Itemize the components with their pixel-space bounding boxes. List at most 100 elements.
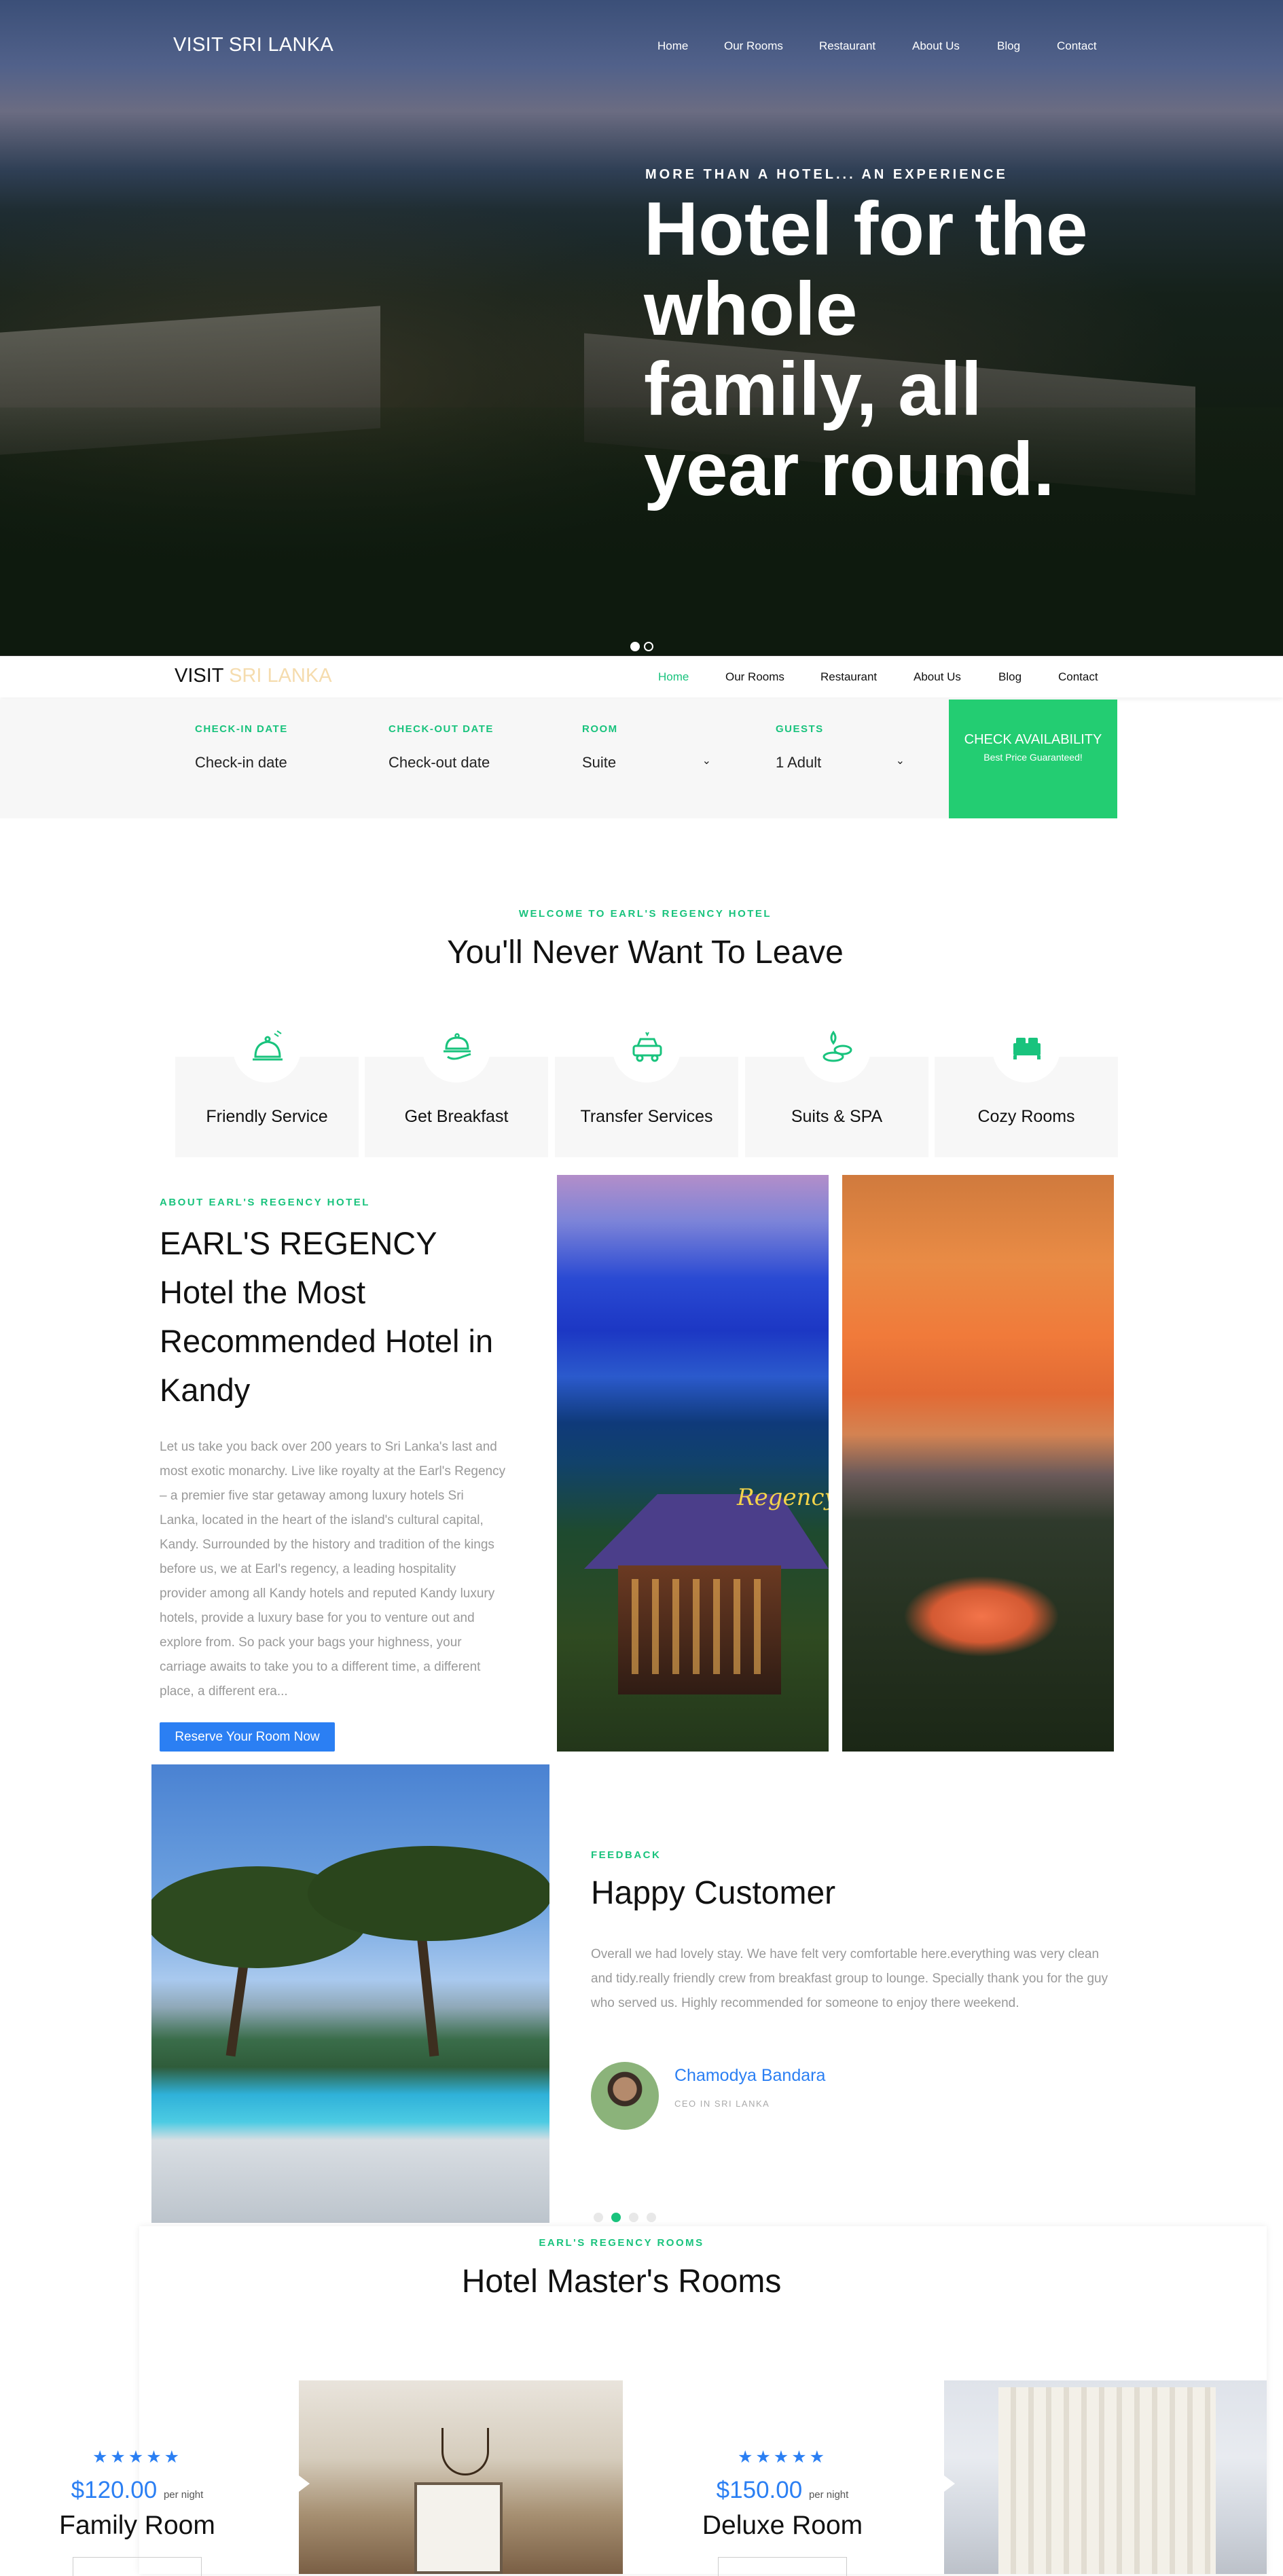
hero-title-line: year round. bbox=[644, 427, 1055, 511]
sticky-nav-about-us[interactable]: About Us bbox=[914, 670, 961, 684]
sticky-logo[interactable]: VISIT SRI LANKA bbox=[175, 665, 332, 687]
deluxe-room-image bbox=[944, 2380, 1267, 2574]
room-card: ★★★★★ $150.00 per night Deluxe Room bbox=[681, 2447, 884, 2576]
room-rating: ★★★★★ bbox=[737, 2448, 828, 2467]
hotel-sign: Regency bbox=[737, 1484, 829, 1511]
nav-about-us[interactable]: About Us bbox=[912, 39, 960, 53]
feedback-slide-dot[interactable] bbox=[629, 2213, 638, 2222]
welcome-eyebrow: WELCOME TO EARL'S REGENCY HOTEL bbox=[518, 908, 772, 920]
room-name[interactable]: Family Room bbox=[35, 2511, 239, 2541]
reserve-room-button[interactable]: Reserve Your Room Now bbox=[160, 1722, 335, 1752]
room-rating: ★★★★★ bbox=[92, 2448, 183, 2467]
slider-arrow-icon[interactable] bbox=[944, 2475, 955, 2492]
room-field[interactable]: ROOM Suite ⌄ bbox=[582, 723, 745, 772]
check-availability-title: CHECK AVAILABILITY bbox=[964, 732, 1102, 747]
chevron-down-icon: ⌄ bbox=[702, 755, 711, 767]
feedback-slide-dot[interactable] bbox=[611, 2213, 621, 2222]
site-logo[interactable]: VISIT SRI LANKA bbox=[173, 34, 333, 56]
check-availability-button[interactable]: CHECK AVAILABILITY Best Price Guaranteed… bbox=[949, 700, 1117, 818]
checkout-field[interactable]: CHECK-OUT DATE Check-out date bbox=[388, 723, 552, 772]
feedback-eyebrow: FEEDBACK bbox=[591, 1849, 662, 1861]
hero-title-line: whole bbox=[644, 267, 858, 351]
service-label: Transfer Services bbox=[580, 1107, 713, 1126]
car-icon bbox=[613, 1015, 681, 1083]
checkin-field[interactable]: CHECK-IN DATE Check-in date bbox=[195, 723, 358, 772]
sticky-nav-home[interactable]: Home bbox=[658, 670, 689, 684]
hero-slide-dot[interactable] bbox=[630, 642, 640, 651]
about-title-line: EARL'S REGENCY bbox=[160, 1225, 437, 1261]
chandelier bbox=[441, 2428, 489, 2475]
nav-blog[interactable]: Blog bbox=[997, 39, 1020, 53]
hero-title-line: Hotel for the bbox=[644, 187, 1088, 271]
family-room-image bbox=[299, 2380, 623, 2574]
reviewer-role: CEO IN SRI LANKA bbox=[674, 2099, 770, 2109]
guests-select[interactable]: 1 Adult bbox=[776, 754, 821, 772]
sticky-nav-contact[interactable]: Contact bbox=[1058, 670, 1098, 684]
room-name[interactable]: Deluxe Room bbox=[681, 2511, 884, 2541]
avatar bbox=[591, 2062, 659, 2130]
bed-icon bbox=[992, 1015, 1060, 1083]
pine-tree bbox=[308, 1846, 549, 1941]
service-card: Suits & SPA bbox=[745, 1015, 928, 1157]
about-text: Let us take you back over 200 years to S… bbox=[160, 1440, 506, 1699]
feedback-title: Happy Customer bbox=[591, 1875, 836, 1911]
checkin-label: CHECK-IN DATE bbox=[195, 723, 288, 735]
room-price: $120.00 bbox=[71, 2477, 158, 2503]
rooms-eyebrow: EARL'S REGENCY ROOMS bbox=[539, 2237, 704, 2249]
feedback-slide-dot[interactable] bbox=[647, 2213, 656, 2222]
service-card: Get Breakfast bbox=[365, 1015, 548, 1157]
logo-part2: SRI LANKA bbox=[229, 665, 332, 687]
room-curtain bbox=[998, 2387, 1216, 2574]
service-card: Transfer Services bbox=[555, 1015, 738, 1157]
checkout-label: CHECK-OUT DATE bbox=[388, 723, 494, 735]
feedback-slide-dot[interactable] bbox=[594, 2213, 603, 2222]
food-tray-icon bbox=[422, 1015, 490, 1083]
service-label: Friendly Service bbox=[206, 1107, 328, 1126]
room-details-button[interactable] bbox=[718, 2557, 847, 2576]
reviewer-name[interactable]: Chamodya Bandara bbox=[674, 2066, 825, 2086]
sticky-nav-restaurant[interactable]: Restaurant bbox=[820, 670, 877, 684]
chevron-down-icon: ⌄ bbox=[895, 755, 905, 767]
sticky-navbar: VISIT SRI LANKA Home Our Rooms Restauran… bbox=[0, 655, 1283, 697]
service-bell-icon bbox=[233, 1015, 301, 1083]
hero-slider-dots bbox=[630, 642, 657, 655]
sticky-nav-our-rooms[interactable]: Our Rooms bbox=[725, 670, 784, 684]
hero-title-line: family, all bbox=[644, 347, 982, 431]
room-details-button[interactable] bbox=[73, 2557, 202, 2576]
guests-field[interactable]: GUESTS 1 Adult ⌄ bbox=[776, 723, 939, 772]
spa-icon bbox=[803, 1015, 871, 1083]
nav-restaurant[interactable]: Restaurant bbox=[819, 39, 875, 53]
about-title-line: Kandy bbox=[160, 1372, 251, 1408]
room-window bbox=[414, 2482, 503, 2574]
about-title-line: Hotel the Most bbox=[160, 1274, 366, 1310]
room-price-unit: per night bbox=[163, 2489, 204, 2501]
nav-contact[interactable]: Contact bbox=[1057, 39, 1097, 53]
nav-our-rooms[interactable]: Our Rooms bbox=[724, 39, 783, 53]
nav-home[interactable]: Home bbox=[657, 39, 688, 53]
room-select[interactable]: Suite bbox=[582, 754, 616, 772]
checkout-input[interactable]: Check-out date bbox=[388, 754, 490, 772]
room-price-unit: per night bbox=[808, 2489, 849, 2501]
tree-trunk bbox=[225, 1954, 250, 2057]
hotel-night-image: Regency bbox=[557, 1175, 829, 1752]
logo-part1: VISIT bbox=[175, 665, 223, 687]
hero-slide-dot[interactable] bbox=[644, 642, 653, 651]
feedback-slider-dots bbox=[594, 2213, 664, 2226]
room-label: ROOM bbox=[582, 723, 618, 735]
about-title: EARL'S REGENCY Hotel the Most Recommende… bbox=[160, 1219, 540, 1415]
checkin-input[interactable]: Check-in date bbox=[195, 754, 287, 772]
sunset-river-image bbox=[842, 1175, 1114, 1752]
welcome-title: You'll Never Want To Leave bbox=[447, 935, 844, 970]
river-reflection bbox=[903, 1576, 1060, 1657]
rooms-title: Hotel Master's Rooms bbox=[461, 2264, 782, 2300]
pool-image bbox=[151, 1764, 549, 2223]
hero-eyebrow: MORE THAN A HOTEL... AN EXPERIENCE bbox=[645, 167, 1008, 182]
hero-title: Hotel for the whole family, all year rou… bbox=[644, 189, 1174, 509]
service-label: Cozy Rooms bbox=[977, 1107, 1075, 1126]
check-availability-subtitle: Best Price Guaranteed! bbox=[983, 752, 1083, 763]
about-eyebrow: ABOUT EARL'S REGENCY HOTEL bbox=[160, 1197, 370, 1208]
sticky-nav-blog[interactable]: Blog bbox=[998, 670, 1022, 684]
service-card: Friendly Service bbox=[175, 1015, 359, 1157]
service-label: Get Breakfast bbox=[404, 1107, 509, 1126]
slider-arrow-icon[interactable] bbox=[299, 2475, 310, 2492]
